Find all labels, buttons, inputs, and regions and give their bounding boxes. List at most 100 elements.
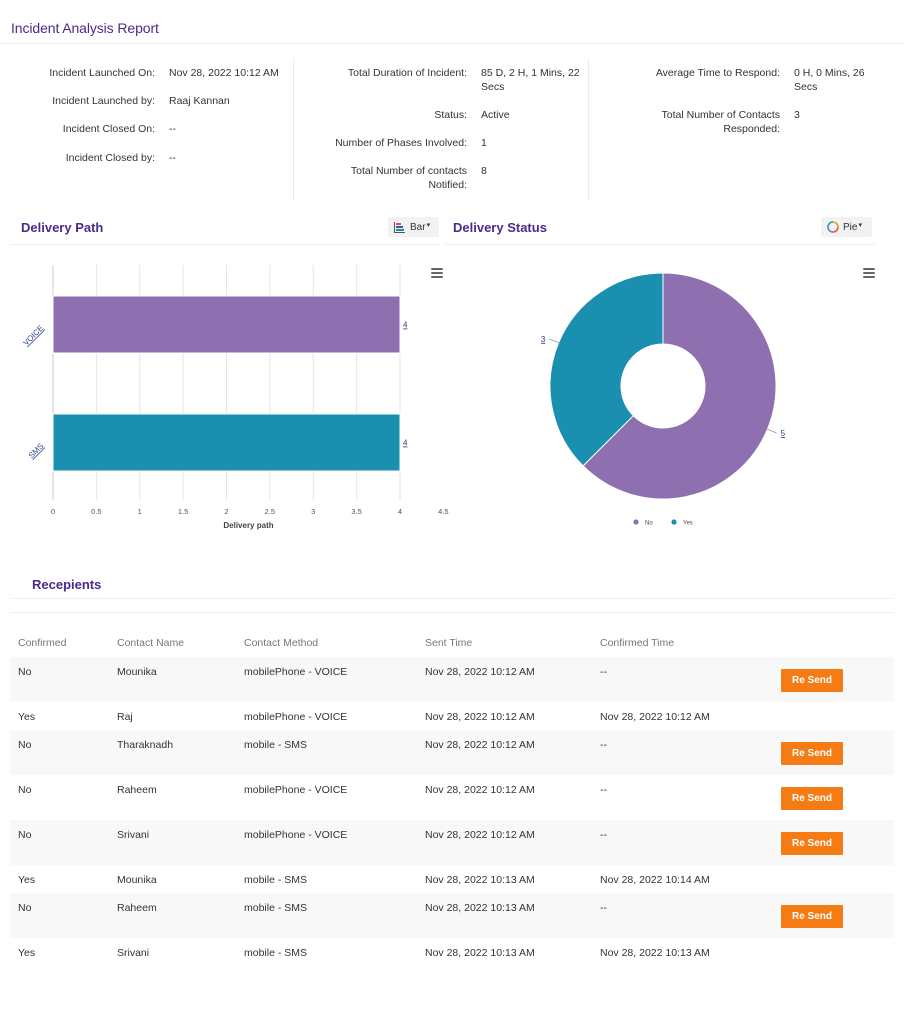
resend-button[interactable]: Re Send	[781, 787, 843, 810]
contact-method-cell: mobilePhone - VOICE	[236, 820, 417, 865]
summary-row-closed-on: Incident Closed On: --	[0, 122, 176, 136]
summary-column-1: Incident Launched On: Nov 28, 2022 10:12…	[0, 58, 293, 200]
x-tick-label: 4.5	[438, 507, 448, 516]
contact-name-cell: Raj	[117, 711, 133, 723]
summary-label-line: Total Number of contacts	[350, 165, 467, 177]
delivery-status-donut-chart: 5 3 No Yes	[541, 272, 786, 527]
summary-row-total-duration: Total Duration of Incident: 85 D, 2 H, 1…	[294, 66, 580, 94]
summary-label-line: Notified:	[428, 179, 467, 191]
y-category-label[interactable]: SMS	[27, 442, 46, 461]
sent-time-cell: Nov 28, 2022 10:13 AM	[425, 947, 535, 959]
column-header-confirmed-time[interactable]: Confirmed Time	[592, 613, 773, 657]
resend-button[interactable]: Re Send	[781, 742, 843, 765]
confirmed-time-cell: --	[592, 730, 773, 775]
confirmed-cell: No	[10, 730, 109, 775]
summary-value-line: 0 H, 0 Mins, 26	[794, 67, 865, 79]
summary-value: 1	[481, 137, 487, 149]
bar-chart-type-button[interactable]: Bar ▾	[388, 217, 439, 237]
table-row: No Raheem mobilePhone - VOICE Nov 28, 2022 …	[10, 775, 894, 820]
x-tick-label: 2.5	[265, 507, 275, 516]
page-title: Incident Analysis Report	[11, 20, 159, 36]
table-row: Yes Mounika mobile - SMS Nov 28, 2022 10:13…	[10, 865, 894, 893]
summary-label: Incident Closed On:	[62, 123, 155, 135]
contact-method-cell: mobilePhone - VOICE	[236, 657, 417, 702]
chart-type-label: Pie	[843, 221, 858, 233]
confirmed-time-cell: --	[592, 820, 773, 865]
summary-value-line: Secs	[481, 81, 505, 93]
y-category-label[interactable]: VOICE	[21, 324, 45, 348]
summary-label: Number of Phases Involved:	[335, 137, 467, 149]
data-label[interactable]: 4	[403, 439, 408, 448]
status-value: Active	[481, 109, 510, 121]
contact-method-cell: mobilePhone - VOICE	[244, 711, 348, 723]
divider	[10, 598, 894, 599]
column-header-contact-name[interactable]: Contact Name	[109, 613, 236, 657]
summary-label: Total Number of Contacts Responded:	[589, 108, 794, 136]
table-row: No Srivani mobilePhone - VOICE Nov 28, 2022…	[10, 820, 894, 865]
summary-row-contacts-responded: Total Number of Contacts Responded: 3	[589, 108, 800, 136]
contact-method-cell: mobile - SMS	[244, 947, 308, 959]
summary-row-contacts-notified: Total Number of contacts Notified: 8	[294, 164, 487, 192]
legend-label-yes[interactable]: Yes	[683, 521, 693, 527]
x-tick-label: 3.5	[351, 507, 361, 516]
resend-button[interactable]: Re Send	[781, 669, 843, 692]
sent-time-cell: Nov 28, 2022 10:13 AM	[425, 874, 535, 886]
sent-time-cell: Nov 28, 2022 10:13 AM	[417, 893, 592, 938]
summary-value: --	[169, 152, 176, 164]
summary-value: 85 D, 2 H, 1 Mins, 22 Secs	[481, 66, 580, 94]
summary-row-launched-by: Incident Launched by: Raaj Kannan	[0, 94, 230, 108]
resend-button[interactable]: Re Send	[781, 905, 843, 928]
column-header-sent-time[interactable]: Sent Time	[417, 613, 592, 657]
contact-method-cell: mobile - SMS	[236, 893, 417, 938]
contact-name-cell: Raheem	[109, 893, 236, 938]
confirmed-time-cell: Nov 28, 2022 10:14 AM	[600, 874, 710, 886]
summary-row-closed-by: Incident Closed by: --	[0, 151, 176, 165]
confirmed-cell: Yes	[18, 874, 36, 886]
summary-value: Raaj Kannan	[169, 95, 230, 107]
table-row: No Raheem mobile - SMS Nov 28, 2022 10:13 A…	[10, 893, 894, 938]
chevron-down-icon: ▾	[858, 222, 862, 229]
summary-value: --	[169, 123, 176, 135]
delivery-path-bar-chart: 0 0.5 1 1.5 2 2.5 3 3.5 4 4.5 4 VOICE 4 SMS Delivery p…	[21, 265, 449, 530]
contact-name-cell: Mounika	[109, 657, 236, 702]
x-tick-label: 1.5	[178, 507, 188, 516]
legend-marker	[671, 519, 677, 525]
confirmed-time-cell: --	[592, 893, 773, 938]
contact-method-cell: mobile - SMS	[236, 730, 417, 775]
x-axis-title: Delivery path	[223, 521, 273, 530]
contact-name-cell: Mounika	[117, 874, 157, 886]
summary-value: 3	[794, 109, 800, 121]
divider	[445, 244, 875, 245]
pie-chart-type-button[interactable]: Pie ▾	[821, 217, 872, 237]
column-header-confirmed[interactable]: Confirmed	[10, 613, 109, 657]
summary-value: 0 H, 0 Mins, 26 Secs	[794, 66, 865, 94]
contact-name-cell: Tharaknadh	[109, 730, 236, 775]
page-header: Incident Analysis Report	[0, 0, 904, 44]
summary-value-line: Secs	[794, 81, 818, 93]
data-label[interactable]: 3	[541, 335, 546, 344]
sent-time-cell: Nov 28, 2022 10:12 AM	[417, 657, 592, 702]
summary-value-line: 85 D, 2 H, 1 Mins, 22	[481, 67, 580, 79]
delivery-status-title: Delivery Status	[453, 220, 547, 235]
x-tick-label: 1	[138, 507, 142, 516]
summary-label: Incident Launched On:	[49, 67, 155, 79]
actions-cell	[773, 865, 894, 893]
contact-name-cell: Raheem	[117, 784, 157, 796]
confirmed-cell: Yes	[18, 711, 36, 723]
summary-label: Average Time to Respond:	[655, 67, 780, 79]
x-tick-label: 4	[398, 507, 402, 516]
data-label[interactable]: 5	[781, 429, 786, 438]
actions-cell: Re Send	[773, 893, 894, 938]
legend-marker	[633, 519, 639, 525]
column-header-contact-method[interactable]: Contact Method	[236, 613, 417, 657]
table-row: Yes Raj mobilePhone - VOICE Nov 28, 2022 10…	[10, 702, 894, 730]
divider	[10, 244, 440, 245]
legend-label-no[interactable]: No	[645, 521, 653, 527]
sent-time-cell: Nov 28, 2022 10:12 AM	[417, 730, 592, 775]
summary-row-avg-time: Average Time to Respond: 0 H, 0 Mins, 26…	[589, 66, 865, 94]
data-label[interactable]: 4	[403, 321, 408, 330]
actions-cell: Re Send	[773, 775, 894, 820]
bar-sms	[52, 413, 401, 472]
resend-button[interactable]: Re Send	[781, 832, 843, 855]
x-tick-label: 3	[311, 507, 315, 516]
